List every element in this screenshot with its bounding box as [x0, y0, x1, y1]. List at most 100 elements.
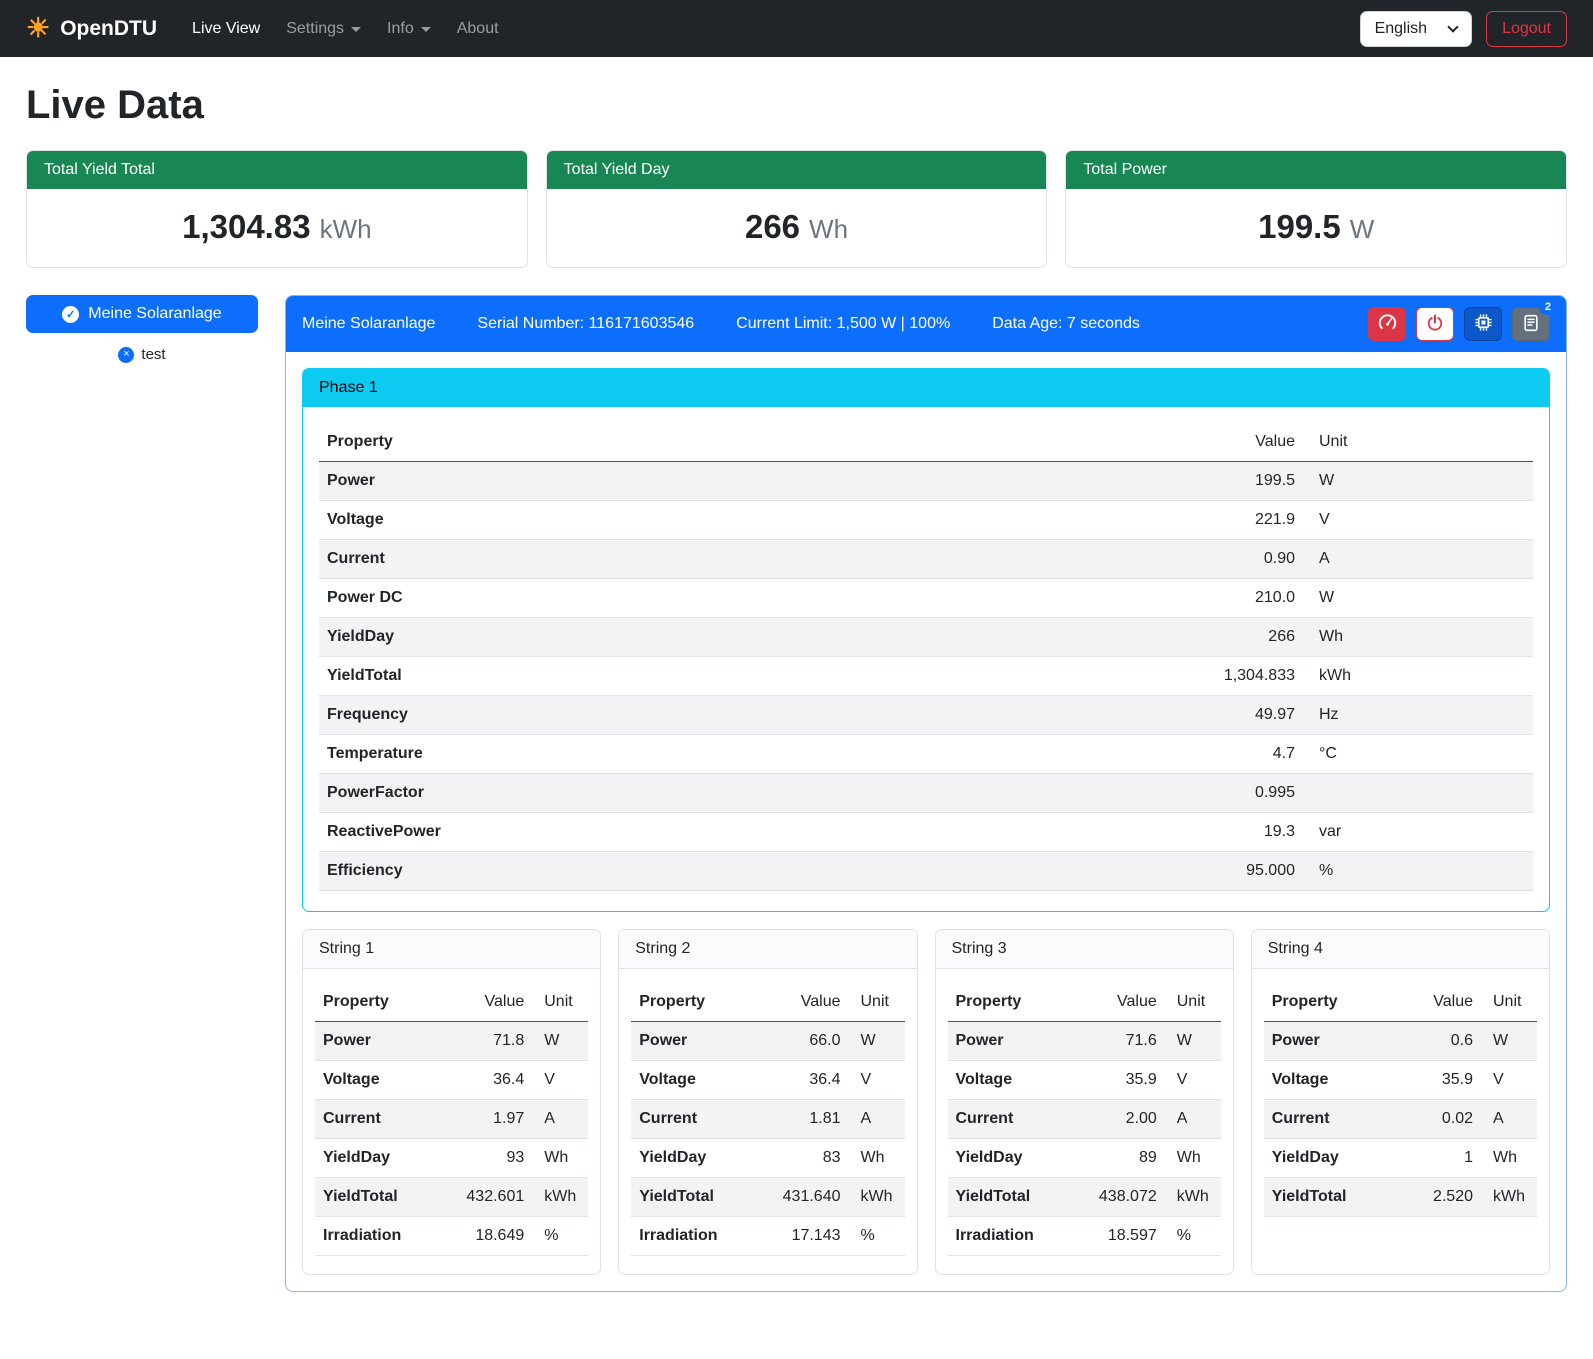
- string-row-property: Current: [631, 1100, 762, 1139]
- string-row-property: YieldTotal: [631, 1178, 762, 1217]
- string-col-value: Value: [763, 983, 849, 1022]
- page-title: Live Data: [26, 83, 1567, 128]
- string-row-value: 71.8: [446, 1022, 532, 1061]
- string-row-property: YieldDay: [631, 1139, 762, 1178]
- string-row-property: Power: [948, 1022, 1079, 1061]
- phase-row-property: Temperature: [319, 735, 1173, 774]
- nav-item-settings[interactable]: Settings: [273, 12, 374, 46]
- phase-row-unit: Wh: [1303, 618, 1533, 657]
- nav-item-about[interactable]: About: [444, 12, 512, 46]
- string-row-value: 438.072: [1079, 1178, 1165, 1217]
- string-card: String 1PropertyValueUnitPower71.8WVolta…: [302, 929, 601, 1275]
- string-table-row: YieldTotal438.072kWh: [948, 1178, 1221, 1217]
- string-table-row: Voltage35.9V: [1264, 1061, 1537, 1100]
- string-row-unit: A: [849, 1100, 905, 1139]
- power-control-button[interactable]: [1416, 307, 1454, 341]
- string-table-row: YieldDay89Wh: [948, 1139, 1221, 1178]
- phase-row-unit: %: [1303, 852, 1533, 891]
- inverter-limit: Current Limit: 1,500 W | 100%: [736, 315, 950, 333]
- string-table: PropertyValueUnitPower66.0WVoltage36.4VC…: [631, 983, 904, 1256]
- string-table: PropertyValueUnitPower71.8WVoltage36.4VC…: [315, 983, 588, 1256]
- string-card: String 2PropertyValueUnitPower66.0WVolta…: [618, 929, 917, 1275]
- string-card-title: String 4: [1252, 930, 1549, 969]
- nav-item-info[interactable]: Info: [374, 12, 444, 46]
- string-row-unit: V: [532, 1061, 588, 1100]
- phase-table-row: Frequency49.97Hz: [319, 696, 1533, 735]
- nav-item-live-view[interactable]: Live View: [179, 12, 273, 46]
- phase-row-property: PowerFactor: [319, 774, 1173, 813]
- phase-row-property: YieldTotal: [319, 657, 1173, 696]
- chevron-down-icon: [421, 27, 431, 32]
- string-row-value: 66.0: [763, 1022, 849, 1061]
- string-col-value: Value: [1079, 983, 1165, 1022]
- phase-row-unit: °C: [1303, 735, 1533, 774]
- string-row-property: Voltage: [631, 1061, 762, 1100]
- string-row-value: 36.4: [446, 1061, 532, 1100]
- string-row-value: 18.597: [1079, 1217, 1165, 1256]
- string-row-property: YieldTotal: [948, 1178, 1079, 1217]
- top-navbar: ☀ OpenDTU Live View Settings Info About …: [0, 0, 1593, 57]
- string-table-row: Power71.6W: [948, 1022, 1221, 1061]
- sun-logo-icon: ☀: [26, 15, 50, 42]
- logout-button[interactable]: Logout: [1486, 11, 1567, 47]
- string-table-row: YieldDay1Wh: [1264, 1139, 1537, 1178]
- sidebar-item-test[interactable]: × test: [26, 346, 258, 363]
- device-info-button[interactable]: [1464, 307, 1502, 341]
- inverter-select-button[interactable]: ✓ Meine Solaranlage: [26, 295, 258, 333]
- string-row-property: Irradiation: [631, 1217, 762, 1256]
- string-row-unit: W: [532, 1022, 588, 1061]
- brand-label: OpenDTU: [60, 17, 157, 41]
- language-select[interactable]: English: [1360, 11, 1472, 47]
- string-row-unit: V: [849, 1061, 905, 1100]
- string-col-unit: Unit: [849, 983, 905, 1022]
- string-table: PropertyValueUnitPower71.6WVoltage35.9VC…: [948, 983, 1221, 1256]
- string-row-property: Voltage: [1264, 1061, 1395, 1100]
- string-col-unit: Unit: [1165, 983, 1221, 1022]
- string-table-row: Power0.6W: [1264, 1022, 1537, 1061]
- phase-table-row: YieldTotal1,304.833kWh: [319, 657, 1533, 696]
- power-icon: [1426, 314, 1444, 335]
- string-row-property: YieldTotal: [315, 1178, 446, 1217]
- summary-card-total-yield-day: Total Yield Day 266 Wh: [546, 150, 1048, 268]
- string-row-value: 1.81: [763, 1100, 849, 1139]
- string-row-unit: W: [1481, 1022, 1537, 1061]
- x-circle-icon[interactable]: ×: [118, 347, 134, 363]
- page-container: Live Data Total Yield Total 1,304.83 kWh…: [0, 57, 1593, 1320]
- brand[interactable]: ☀ OpenDTU: [26, 15, 157, 42]
- event-log-button[interactable]: 2: [1512, 307, 1550, 341]
- phase-row-value: 95.000: [1173, 852, 1303, 891]
- phase-row-property: YieldDay: [319, 618, 1173, 657]
- limit-settings-button[interactable]: [1368, 307, 1406, 341]
- string-row-value: 36.4: [763, 1061, 849, 1100]
- phase-table-row: Power DC210.0W: [319, 579, 1533, 618]
- string-row-property: Current: [948, 1100, 1079, 1139]
- string-row-property: Current: [315, 1100, 446, 1139]
- string-table-row: Irradiation17.143%: [631, 1217, 904, 1256]
- string-table-row: Voltage36.4V: [315, 1061, 588, 1100]
- inverter-card-body: Phase 1 Property Value Unit Power199.5WV…: [286, 352, 1566, 1291]
- phase-table-body: Power199.5WVoltage221.9VCurrent0.90APowe…: [319, 462, 1533, 891]
- string-row-unit: W: [849, 1022, 905, 1061]
- string-table-row: Voltage35.9V: [948, 1061, 1221, 1100]
- string-row-value: 0.6: [1395, 1022, 1481, 1061]
- phase-row-value: 19.3: [1173, 813, 1303, 852]
- phase-row-value: 0.995: [1173, 774, 1303, 813]
- string-row-value: 2.00: [1079, 1100, 1165, 1139]
- navbar-right: English Logout: [1360, 11, 1567, 47]
- phase-row-unit: V: [1303, 501, 1533, 540]
- phase-table-row: PowerFactor0.995: [319, 774, 1533, 813]
- string-col-property: Property: [315, 983, 446, 1022]
- strings-row: String 1PropertyValueUnitPower71.8WVolta…: [302, 929, 1550, 1275]
- string-row-unit: kWh: [1165, 1178, 1221, 1217]
- string-table-row: Irradiation18.649%: [315, 1217, 588, 1256]
- phase-row-value: 266: [1173, 618, 1303, 657]
- summary-card-title: Total Power: [1066, 151, 1566, 189]
- string-row-unit: V: [1165, 1061, 1221, 1100]
- summary-card-total-power: Total Power 199.5 W: [1065, 150, 1567, 268]
- string-row-unit: Wh: [1165, 1139, 1221, 1178]
- string-row-unit: W: [1165, 1022, 1221, 1061]
- string-row-unit: A: [1165, 1100, 1221, 1139]
- phase-row-property: ReactivePower: [319, 813, 1173, 852]
- string-row-value: 2.520: [1395, 1178, 1481, 1217]
- summary-card-body: 1,304.83 kWh: [27, 189, 527, 267]
